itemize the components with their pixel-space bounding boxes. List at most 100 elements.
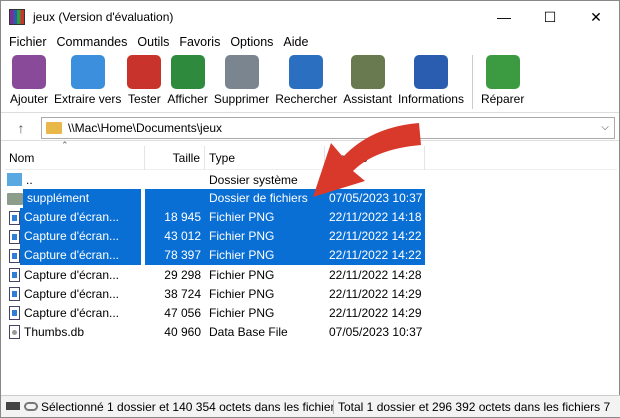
png-file-icon (9, 248, 20, 263)
file-row[interactable]: Capture d'écran... 29 298 Fichier PNG 22/11… (5, 265, 617, 284)
file-row[interactable]: Capture d'écran... 38 724 Fichier PNG 22/11… (5, 284, 617, 303)
file-row[interactable]: Capture d'écran... 78 397 Fichier PNG 22/11… (5, 246, 617, 265)
file-name: Capture d'écran... (20, 227, 141, 246)
toolbar-button-0[interactable]: Ajouter (7, 55, 51, 106)
close-button[interactable]: ✕ (573, 1, 619, 33)
file-name: Capture d'écran... (24, 286, 120, 301)
toolbar-button-3[interactable]: Afficher (164, 55, 210, 106)
file-size: 40 960 (164, 324, 201, 339)
parent-folder-icon (7, 173, 22, 186)
file-type: Fichier PNG (205, 227, 325, 246)
menu-favoris[interactable]: Favoris (174, 35, 225, 49)
png-file-icon (9, 229, 20, 244)
up-arrow-icon[interactable]: ↑ (1, 120, 41, 136)
selection-status: Sélectionné 1 dossier et 140 354 octets … (41, 399, 334, 414)
toolbar-button-8[interactable]: Réparer (478, 55, 527, 106)
column-type[interactable]: Type (205, 145, 325, 170)
file-size: 38 724 (164, 286, 201, 301)
column-modified[interactable]: Modifié (325, 145, 425, 170)
menu-fichier[interactable]: Fichier (4, 35, 52, 49)
total-status: Total 1 dossier et 296 392 octets dans l… (338, 399, 611, 414)
png-file-icon (9, 210, 20, 225)
column-name[interactable]: Nom (5, 145, 145, 170)
file-type: Fichier PNG (205, 208, 325, 227)
menu-bar: Fichier Commandes Outils Favoris Options Aide (1, 33, 619, 51)
file-row[interactable]: supplément Dossier de fichiers 07/05/2023 … (5, 189, 617, 208)
toolbar-label: Ajouter (10, 92, 49, 106)
file-type: Fichier PNG (209, 267, 275, 282)
toolbar-label: Réparer (480, 92, 525, 106)
toolbar-label: Assistant (343, 92, 392, 106)
extract-folder-icon (70, 55, 105, 89)
path-combobox[interactable]: \\Mac\Home\Documents\jeux ⌵ (41, 116, 615, 139)
repair-icon (485, 55, 520, 89)
file-size (145, 189, 205, 208)
file-row[interactable]: Thumbs.db 40 960 Data Base File 07/05/2023 … (5, 322, 617, 341)
file-row[interactable]: Capture d'écran... 43 012 Fichier PNG 22/11… (5, 227, 617, 246)
png-file-icon (9, 267, 20, 282)
view-book-icon (170, 55, 205, 89)
menu-commandes[interactable]: Commandes (52, 35, 133, 49)
toolbar-button-4[interactable]: Supprimer (211, 55, 272, 106)
file-modified: 22/11/2022 14:28 (329, 267, 422, 282)
file-row[interactable]: Capture d'écran... 18 945 Fichier PNG 22/11… (5, 208, 617, 227)
file-size: 18 945 (145, 208, 205, 227)
folder-icon (46, 121, 62, 134)
info-icon (413, 55, 448, 89)
file-size: 43 012 (145, 227, 205, 246)
toolbar-button-5[interactable]: Rechercher (272, 55, 340, 106)
toolbar-label: Informations (397, 92, 464, 106)
menu-options[interactable]: Options (225, 35, 278, 49)
toolbar-label: Afficher (167, 92, 208, 106)
file-type: Fichier PNG (209, 305, 275, 320)
file-size: 47 056 (164, 305, 201, 320)
chevron-down-icon[interactable]: ⌵ (596, 122, 614, 133)
test-checklist-icon (127, 55, 162, 89)
window-title: jeux (Version d'évaluation) (33, 10, 174, 24)
file-modified: 07/05/2023 10:37 (329, 324, 423, 339)
png-file-icon (9, 286, 20, 301)
file-name: Capture d'écran... (20, 246, 141, 265)
file-size: 29 298 (164, 267, 201, 282)
folder-icon (7, 192, 23, 205)
toolbar-label: Rechercher (275, 92, 338, 106)
file-type: Fichier PNG (205, 246, 325, 265)
toolbar-separator (471, 55, 473, 109)
db-file-icon (9, 324, 20, 339)
file-name: Capture d'écran... (24, 267, 120, 282)
key-icon (24, 402, 38, 411)
file-modified: 07/05/2023 10:37 (325, 189, 425, 208)
menu-outils[interactable]: Outils (132, 35, 174, 49)
toolbar-button-7[interactable]: Informations (395, 55, 467, 106)
png-file-icon (9, 305, 20, 320)
toolbar-button-6[interactable]: Assistant (340, 55, 395, 106)
column-header: Nom Taille Type Modifié ⌃ (5, 140, 617, 170)
trash-icon (224, 55, 259, 89)
menu-aide[interactable]: Aide (278, 35, 313, 49)
minimize-button[interactable]: — (481, 1, 527, 33)
winrar-icon (9, 9, 25, 25)
magic-wand-icon (350, 55, 385, 89)
magnifier-icon (289, 55, 324, 89)
file-row[interactable]: .. Dossier système (5, 170, 617, 189)
path-text: \\Mac\Home\Documents\jeux (68, 120, 223, 135)
address-bar: ↑ \\Mac\Home\Documents\jeux ⌵ (1, 115, 619, 141)
file-list: Nom Taille Type Modifié ⌃ .. Dossier syst… (5, 140, 617, 396)
add-archive-icon (12, 55, 47, 89)
file-type: Dossier de fichiers (205, 189, 325, 208)
file-row[interactable]: Capture d'écran... 47 056 Fichier PNG 22/11… (5, 303, 617, 322)
file-modified: 22/11/2022 14:29 (329, 286, 422, 301)
file-type: Dossier système (209, 172, 298, 187)
status-bar: Sélectionné 1 dossier et 140 354 octets … (1, 395, 620, 417)
file-modified: 22/11/2022 14:22 (325, 227, 425, 246)
file-name: supplément (23, 189, 141, 208)
toolbar: Ajouter Extraire vers Tester Afficher Suppri… (1, 51, 619, 113)
column-size[interactable]: Taille (145, 145, 205, 170)
file-modified: 22/11/2022 14:18 (325, 208, 425, 227)
toolbar-button-1[interactable]: Extraire vers (51, 55, 124, 106)
toolbar-button-2[interactable]: Tester (124, 55, 164, 106)
drive-icon (6, 402, 20, 410)
maximize-button[interactable]: ☐ (527, 1, 573, 33)
file-type: Data Base File (209, 324, 288, 339)
file-type: Fichier PNG (209, 286, 275, 301)
